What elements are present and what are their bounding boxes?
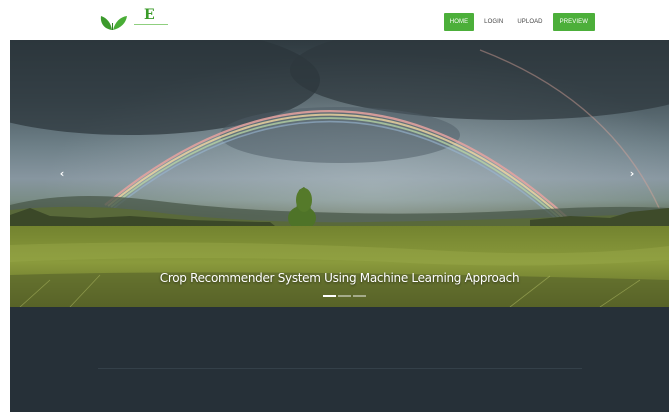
carousel-indicators	[323, 295, 366, 297]
logo-letter: E	[144, 7, 155, 23]
nav-login[interactable]: LOGIN	[480, 13, 507, 31]
leaf-icon	[100, 16, 127, 30]
carousel-indicator-2[interactable]	[338, 295, 351, 297]
nav-preview[interactable]: PREVIEW	[552, 13, 595, 31]
site-header: E HOME LOGIN UPLOAD PREVIEW	[0, 0, 669, 40]
site-logo[interactable]: E	[98, 7, 170, 33]
chevron-right-icon: ›	[629, 167, 635, 180]
carousel-prev-button[interactable]: ‹	[55, 167, 69, 181]
logo-underline	[134, 24, 168, 25]
content-section	[10, 307, 669, 412]
carousel-caption: Crop Recommender System Using Machine Le…	[159, 271, 520, 285]
main-nav: HOME LOGIN UPLOAD PREVIEW	[443, 13, 595, 31]
hero-carousel: ‹ › Crop Recommender System Using Machin…	[10, 40, 669, 307]
nav-upload[interactable]: UPLOAD	[513, 13, 546, 31]
hero-image	[10, 40, 669, 307]
nav-home[interactable]: HOME	[443, 13, 475, 31]
section-divider	[98, 368, 582, 369]
carousel-indicator-1[interactable]	[323, 295, 336, 297]
carousel-indicator-3[interactable]	[353, 295, 366, 297]
chevron-left-icon: ‹	[59, 167, 65, 180]
carousel-next-button[interactable]: ›	[625, 167, 639, 181]
